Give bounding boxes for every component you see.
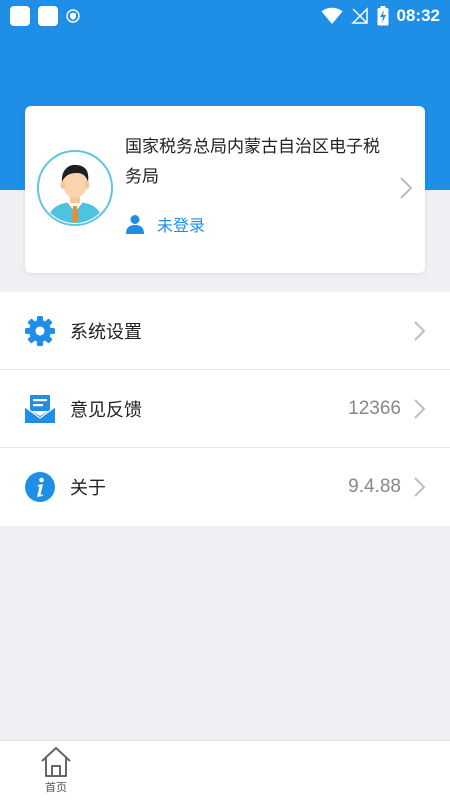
notification-app-icon <box>38 5 58 26</box>
chevron-right-icon <box>414 477 426 497</box>
avatar <box>37 150 113 226</box>
chevron-right-icon <box>400 177 413 199</box>
bottom-nav: 首页 <box>0 740 450 800</box>
feedback-mail-icon <box>24 394 56 423</box>
notification-app-icon <box>10 5 30 26</box>
org-name: 国家税务总局内蒙古自治区电子税务局 <box>125 137 380 187</box>
home-icon <box>41 747 71 777</box>
menu-item-label: 意见反馈 <box>70 399 142 421</box>
settings-menu: 系统设置 意见反馈 12366 关于 9.4.88 <box>0 292 450 526</box>
shield-icon <box>66 8 80 23</box>
nav-home[interactable]: 首页 <box>36 745 76 795</box>
login-status-text: 未登录 <box>157 216 206 235</box>
wifi-icon <box>321 7 343 24</box>
menu-item-about[interactable]: 关于 9.4.88 <box>0 448 450 526</box>
menu-item-feedback[interactable]: 意见反馈 12366 <box>0 370 450 448</box>
status-bar: 08:32 <box>0 0 450 31</box>
no-signal-icon <box>350 6 368 24</box>
gear-icon <box>25 315 55 346</box>
status-time: 08:32 <box>396 5 440 25</box>
nav-home-label: 首页 <box>45 781 67 794</box>
person-icon <box>126 215 144 234</box>
battery-charging-icon <box>377 5 389 25</box>
login-status-row[interactable]: 未登录 <box>125 212 205 236</box>
menu-item-label: 关于 <box>70 478 106 499</box>
app-version: 9.4.88 <box>348 476 401 497</box>
menu-item-system-settings[interactable]: 系统设置 <box>0 292 450 370</box>
chevron-right-icon <box>414 320 426 341</box>
info-icon <box>25 472 55 502</box>
menu-item-label: 系统设置 <box>70 321 142 343</box>
feedback-hotline-number: 12366 <box>348 397 401 419</box>
profile-card[interactable]: 国家税务总局内蒙古自治区电子税务局 未登录 <box>25 106 425 273</box>
chevron-right-icon <box>414 398 426 419</box>
